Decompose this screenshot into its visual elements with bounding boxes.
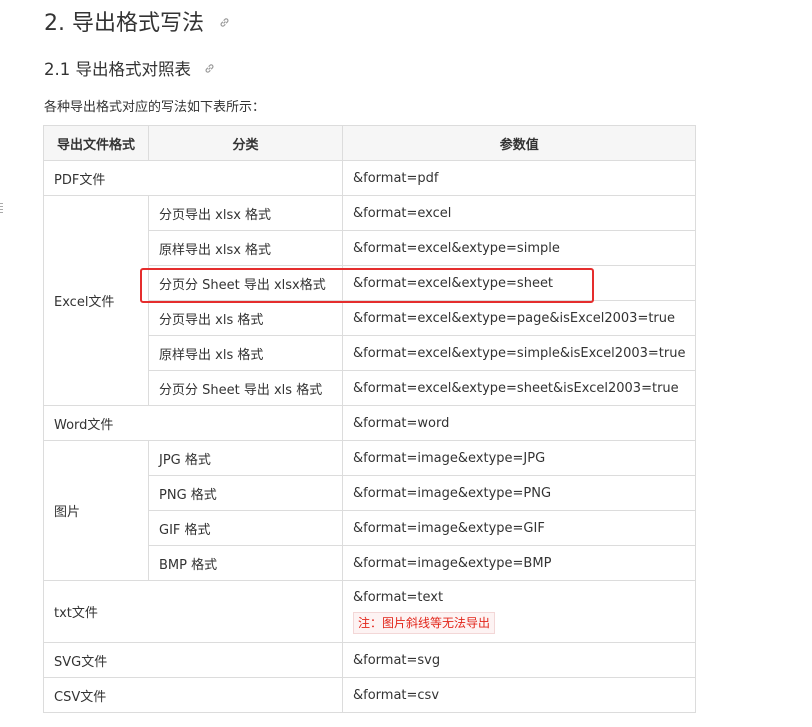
value-text: &format=text	[353, 590, 444, 605]
table-header-row: 导出文件格式 分类 参数值	[43, 125, 697, 161]
format-cell: Word文件	[43, 405, 343, 441]
format-cell: 图片	[43, 440, 149, 581]
format-cell: txt文件	[43, 580, 343, 643]
category-cell: JPG 格式	[148, 440, 343, 476]
format-cell: Excel文件	[43, 195, 149, 406]
value-cell: &format=excel&extype=simple	[341, 230, 697, 266]
table-row: Excel文件 分页导出 xlsx 格式 &format=excel	[43, 195, 697, 406]
format-cell: CSV文件	[43, 677, 343, 713]
drag-handle-icon[interactable]	[0, 203, 3, 215]
category-cell: 分页分 Sheet 导出 xls 格式	[148, 370, 343, 406]
format-cell: SVG文件	[43, 642, 343, 678]
value-cell: &format=image&extype=GIF	[341, 510, 697, 546]
table-row: Word文件 &format=word	[43, 405, 697, 441]
table-row: txt文件 &format=text 注：图片斜线等无法导出	[43, 580, 697, 643]
table-row: SVG文件 &format=svg	[43, 642, 697, 678]
table-row: PDF文件 &format=pdf	[43, 160, 697, 196]
table-row: 图片 JPG 格式 &format=image&extype=JPG	[43, 440, 697, 581]
value-cell: &format=image&extype=PNG	[341, 475, 697, 511]
category-cell: 分页导出 xlsx 格式	[148, 195, 343, 231]
header-category: 分类	[148, 125, 343, 161]
value-cell: &format=word	[341, 405, 697, 441]
section-heading: 2. 导出格式写法	[44, 8, 230, 40]
link-icon[interactable]	[204, 63, 215, 74]
category-cell: 分页导出 xls 格式	[148, 300, 343, 336]
subsection-heading: 2.1 导出格式对照表	[44, 58, 215, 82]
value-cell: &format=text 注：图片斜线等无法导出	[341, 580, 697, 643]
header-format: 导出文件格式	[43, 125, 149, 161]
value-cell: &format=excel&extype=simple&isExcel2003=…	[341, 335, 697, 371]
value-cell: &format=excel&extype=page&isExcel2003=tr…	[341, 300, 697, 336]
value-cell: &format=pdf	[341, 160, 697, 196]
header-value: 参数值	[341, 125, 697, 161]
category-cell: 原样导出 xlsx 格式	[148, 230, 343, 266]
value-cell: &format=svg	[341, 642, 697, 678]
table-row: CSV文件 &format=csv	[43, 677, 697, 713]
highlight-box	[140, 268, 594, 303]
warning-note: 注：图片斜线等无法导出	[353, 612, 496, 634]
value-cell: &format=excel	[341, 195, 697, 231]
value-cell: &format=image&extype=JPG	[341, 440, 697, 476]
subsection-heading-text: 2.1 导出格式对照表	[44, 60, 191, 79]
value-cell: &format=excel&extype=sheet&isExcel2003=t…	[341, 370, 697, 406]
format-cell: PDF文件	[43, 160, 343, 196]
category-cell: GIF 格式	[148, 510, 343, 546]
link-icon[interactable]	[219, 17, 230, 28]
value-cell: &format=image&extype=BMP	[341, 545, 697, 581]
export-format-table: 导出文件格式 分类 参数值 PDF文件 &format=pdf Excel文件 …	[43, 125, 697, 713]
category-cell: PNG 格式	[148, 475, 343, 511]
value-cell: &format=csv	[341, 677, 697, 713]
category-cell: 原样导出 xls 格式	[148, 335, 343, 371]
section-heading-text: 2. 导出格式写法	[44, 11, 204, 36]
category-cell: BMP 格式	[148, 545, 343, 581]
intro-text: 各种导出格式对应的写法如下表所示：	[44, 100, 266, 115]
